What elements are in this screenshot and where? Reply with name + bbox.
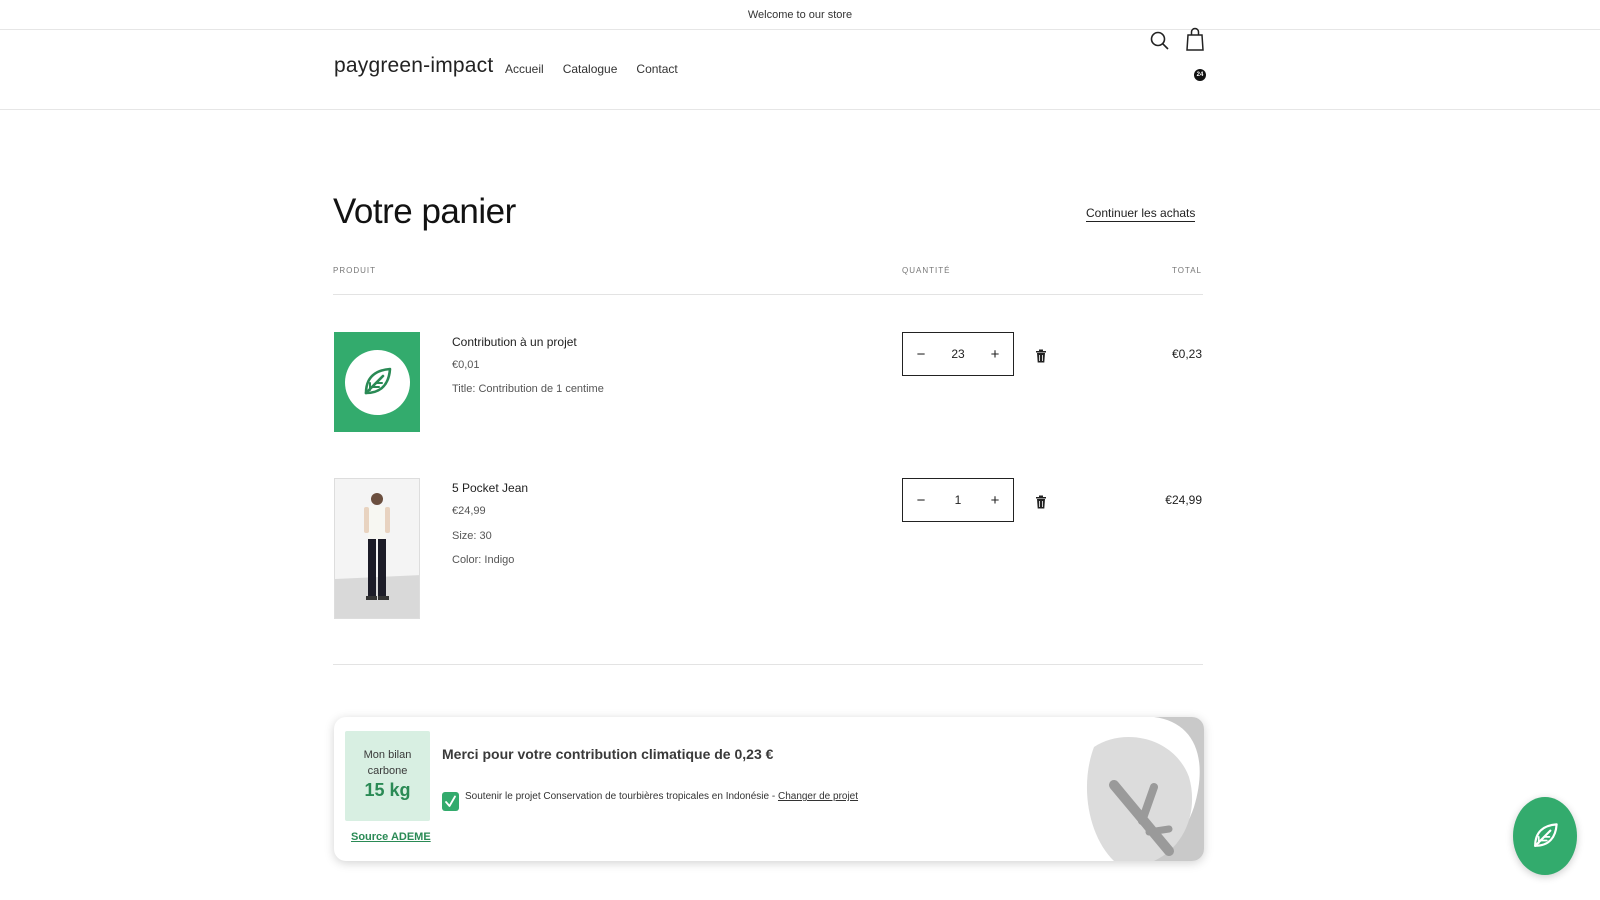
page-title: Votre panier — [333, 192, 516, 231]
line-total: €0,23 — [1171, 347, 1202, 361]
quantity-stepper: − 23 + — [902, 332, 1014, 376]
leaf-icon — [364, 367, 392, 395]
quantity-input[interactable]: 23 — [938, 347, 978, 361]
line-total: €24,99 — [1165, 493, 1202, 507]
search-icon[interactable] — [1149, 30, 1171, 52]
product-detail: Title: Contribution de 1 centime — [452, 383, 604, 395]
table-divider-bottom — [333, 664, 1203, 665]
product-detail: Size: 30 — [452, 530, 492, 542]
continue-shopping-link[interactable]: Continuer les achats — [1086, 206, 1196, 222]
paygreen-floating-button[interactable] — [1513, 797, 1577, 875]
product-name[interactable]: Contribution à un projet — [452, 335, 577, 349]
support-project-text: Soutenir le projet Conservation de tourb… — [465, 791, 858, 802]
product-name[interactable]: 5 Pocket Jean — [452, 481, 528, 495]
product-image-jean[interactable] — [334, 478, 420, 619]
support-project-label: Soutenir le projet Conservation de tourb… — [465, 791, 778, 802]
carbon-footprint-value: 15 kg — [364, 780, 411, 800]
column-header-product: PRODUIT — [333, 266, 376, 275]
announcement-text: Welcome to our store — [747, 8, 853, 21]
nav-item-contact[interactable]: Contact — [636, 62, 677, 76]
model-photo — [335, 479, 419, 618]
decrease-quantity-button[interactable]: − — [913, 492, 929, 509]
trash-icon[interactable] — [1035, 349, 1047, 363]
quantity-input[interactable]: 1 — [938, 493, 978, 507]
column-header-total: TOTAL — [1171, 266, 1202, 275]
store-logo[interactable]: paygreen-impact — [334, 54, 493, 78]
source-ademe-link[interactable]: Source ADEME — [351, 831, 431, 843]
main-nav: Accueil Catalogue Contact — [505, 62, 678, 76]
checkmark-icon — [445, 795, 456, 807]
announcement-bar: Welcome to our store — [0, 0, 1600, 30]
product-price: €0,01 — [452, 359, 480, 371]
decrease-quantity-button[interactable]: − — [913, 346, 929, 363]
product-detail: Color: Indigo — [452, 554, 515, 566]
contribution-thanks-text: Merci pour votre contribution climatique… — [442, 746, 774, 762]
cart-count-badge: 24 — [1194, 69, 1206, 81]
site-header: paygreen-impact Accueil Catalogue Contac… — [0, 30, 1600, 110]
column-header-quantity: QUANTITÉ — [902, 266, 951, 275]
nav-item-accueil[interactable]: Accueil — [505, 62, 544, 76]
carbon-footprint-box: Mon bilan carbone 15 kg — [345, 731, 430, 821]
change-project-link[interactable]: Changer de projet — [778, 791, 858, 802]
product-price: €24,99 — [452, 505, 486, 517]
quantity-stepper: − 1 + — [902, 478, 1014, 522]
leaf-badge — [344, 349, 410, 415]
support-project-checkbox[interactable] — [442, 792, 459, 811]
trash-icon[interactable] — [1035, 495, 1047, 509]
increase-quantity-button[interactable]: + — [987, 492, 1003, 509]
decorative-leaf-illustration — [1086, 717, 1204, 861]
climate-contribution-widget: Mon bilan carbone 15 kg Source ADEME Mer… — [334, 717, 1204, 861]
cart-bag-icon[interactable] — [1182, 25, 1210, 55]
table-divider-top — [333, 294, 1203, 295]
product-image-contribution[interactable] — [334, 332, 420, 432]
leaf-icon — [1534, 823, 1558, 847]
increase-quantity-button[interactable]: + — [987, 346, 1003, 363]
carbon-footprint-label: Mon bilan carbone — [363, 749, 412, 777]
nav-item-catalogue[interactable]: Catalogue — [563, 62, 618, 76]
